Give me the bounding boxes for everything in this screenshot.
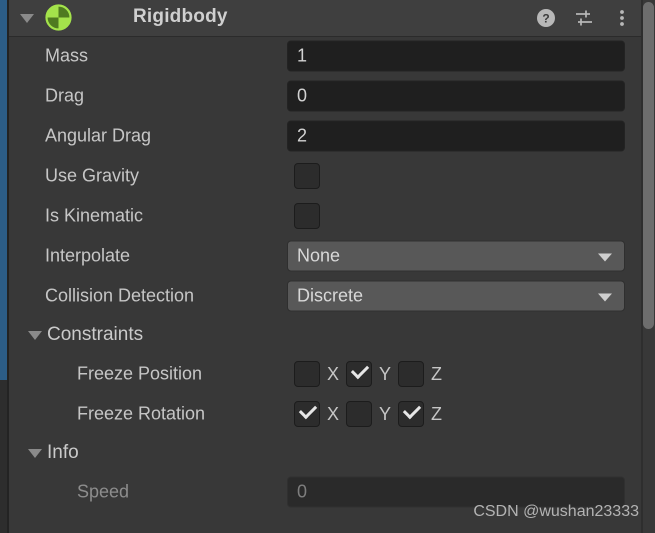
dropdown-collision-detection-value: Discrete — [297, 285, 364, 306]
row-interpolate: Interpolate None — [9, 236, 643, 276]
row-is-kinematic: Is Kinematic — [9, 196, 643, 236]
checkbox-freeze-position-y[interactable] — [346, 360, 373, 387]
rigidbody-component: Rigidbody ? Mass 1 Drag 0 Angular Drag 2… — [9, 0, 643, 533]
freeze-rotation-x: X — [294, 400, 346, 427]
freeze-position-y: Y — [346, 360, 398, 387]
label-freeze-rotation-x: X — [327, 403, 340, 424]
component-title: Rigidbody — [133, 6, 228, 27]
label-interpolate: Interpolate — [45, 245, 131, 266]
input-drag[interactable]: 0 — [287, 80, 625, 112]
dropdown-collision-detection[interactable]: Discrete — [287, 280, 625, 312]
check-icon — [402, 400, 422, 420]
check-icon — [298, 400, 318, 420]
component-foldout-arrow-icon[interactable] — [20, 14, 34, 23]
check-icon — [350, 360, 370, 380]
checkbox-freeze-rotation-z[interactable] — [398, 400, 425, 427]
constraints-title: Constraints — [47, 324, 144, 345]
row-freeze-position: Freeze Position X Y Z — [9, 354, 643, 394]
input-angular-drag[interactable]: 2 — [287, 120, 625, 152]
value-speed: 0 — [287, 476, 625, 508]
checkbox-is-kinematic[interactable] — [294, 203, 320, 229]
help-icon[interactable]: ? — [535, 7, 557, 29]
checkbox-freeze-rotation-x[interactable] — [294, 400, 320, 427]
constraints-foldout-arrow-icon[interactable] — [28, 331, 42, 340]
left-panel-selected-strip — [0, 0, 7, 380]
label-collision-detection: Collision Detection — [45, 285, 195, 306]
chevron-down-icon — [598, 293, 612, 301]
checkbox-freeze-position-x[interactable] — [294, 361, 320, 387]
section-info[interactable]: Info — [9, 434, 643, 472]
label-freeze-position-z: Z — [431, 363, 443, 384]
row-use-gravity: Use Gravity — [9, 156, 643, 196]
info-title: Info — [47, 442, 79, 463]
dropdown-interpolate[interactable]: None — [287, 240, 625, 272]
row-speed: Speed 0 — [9, 472, 643, 512]
more-menu-icon[interactable] — [611, 7, 633, 29]
label-mass: Mass — [45, 45, 89, 66]
left-panel-lower-strip — [0, 380, 7, 533]
checkbox-freeze-position-z[interactable] — [398, 361, 425, 387]
label-angular-drag: Angular Drag — [45, 125, 152, 146]
section-constraints[interactable]: Constraints — [9, 316, 643, 354]
label-freeze-position-x: X — [327, 363, 340, 384]
property-rows: Mass 1 Drag 0 Angular Drag 2 Use Gravity… — [9, 36, 643, 512]
label-freeze-rotation: Freeze Rotation — [77, 403, 206, 424]
component-header[interactable]: Rigidbody ? — [9, 0, 643, 37]
freeze-position-z: Z — [398, 361, 449, 387]
info-foldout-arrow-icon[interactable] — [28, 449, 42, 458]
freeze-rotation-y: Y — [346, 401, 398, 427]
scrollbar-thumb[interactable] — [643, 2, 654, 329]
freeze-position-axes: X Y Z — [294, 360, 449, 387]
chevron-down-icon — [598, 253, 612, 261]
dropdown-interpolate-value: None — [297, 245, 341, 266]
input-mass[interactable]: 1 — [287, 40, 625, 72]
label-speed: Speed — [77, 481, 130, 502]
header-icon-group: ? — [535, 0, 633, 36]
vertical-scrollbar[interactable] — [643, 0, 655, 533]
row-collision-detection: Collision Detection Discrete — [9, 276, 643, 316]
preset-icon[interactable] — [573, 7, 595, 29]
label-freeze-rotation-z: Z — [431, 403, 443, 424]
freeze-rotation-z: Z — [398, 400, 449, 427]
row-drag: Drag 0 — [9, 76, 643, 116]
inspector-panel: Rigidbody ? Mass 1 Drag 0 Angular Drag 2… — [0, 0, 655, 533]
row-mass: Mass 1 — [9, 36, 643, 76]
label-use-gravity: Use Gravity — [45, 165, 140, 186]
freeze-rotation-axes: X Y Z — [294, 400, 449, 427]
label-freeze-position-y: Y — [379, 363, 392, 384]
row-freeze-rotation: Freeze Rotation X Y Z — [9, 394, 643, 434]
rigidbody-icon — [45, 4, 72, 31]
label-drag: Drag — [45, 85, 85, 106]
label-freeze-rotation-y: Y — [379, 403, 392, 424]
freeze-position-x: X — [294, 361, 346, 387]
checkbox-use-gravity[interactable] — [294, 163, 320, 189]
row-angular-drag: Angular Drag 2 — [9, 116, 643, 156]
svg-text:?: ? — [542, 12, 549, 26]
label-is-kinematic: Is Kinematic — [45, 205, 144, 226]
checkbox-freeze-rotation-y[interactable] — [346, 401, 373, 427]
label-freeze-position: Freeze Position — [77, 363, 203, 384]
